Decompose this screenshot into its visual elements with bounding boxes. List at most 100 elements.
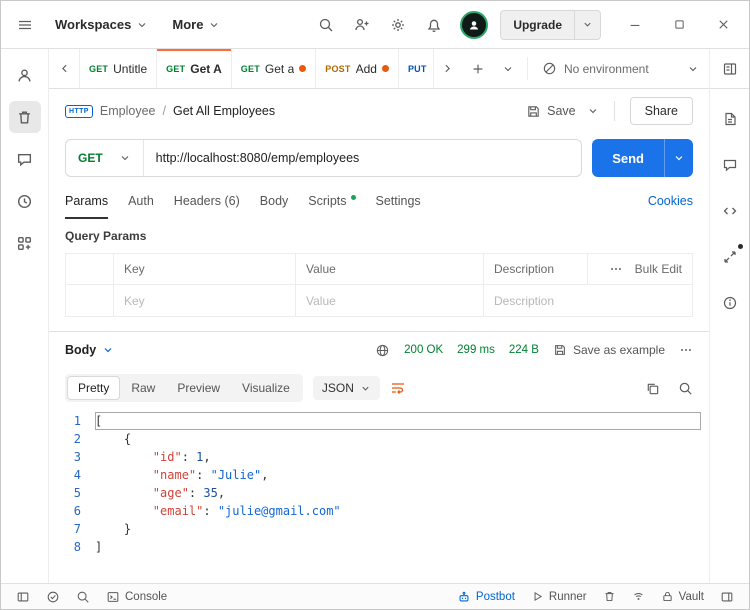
invite-button[interactable] — [348, 11, 376, 39]
trash-button[interactable] — [598, 588, 621, 605]
code-line[interactable]: 2 { — [49, 430, 701, 448]
send-button[interactable]: Send — [592, 139, 664, 177]
wrap-lines-icon[interactable] — [390, 380, 406, 396]
tabs-forward-button[interactable] — [433, 49, 463, 88]
code-line-content[interactable]: "email": "julie@gmail.com" — [95, 502, 701, 520]
postbot-button[interactable]: Postbot — [452, 588, 520, 606]
tab-pretty[interactable]: Pretty — [67, 376, 121, 400]
tab-put-request[interactable]: PUT — [397, 49, 434, 88]
tab-preview[interactable]: Preview — [166, 376, 231, 400]
share-button[interactable]: Share — [629, 97, 693, 125]
tab-settings[interactable]: Settings — [376, 183, 421, 219]
bulk-edit-button[interactable]: Bulk Edit — [635, 262, 682, 276]
tab-add-employee[interactable]: POST Add — [315, 49, 399, 88]
code-line-content[interactable]: ] — [95, 538, 701, 556]
search-button[interactable] — [312, 11, 340, 39]
user-avatar[interactable] — [460, 10, 489, 39]
console-button[interactable]: Console — [101, 588, 172, 606]
sync-status-button[interactable] — [41, 588, 65, 606]
code-line[interactable]: 5 "age": 35, — [49, 484, 701, 502]
tab-headers[interactable]: Headers (6) — [174, 183, 240, 219]
param-value-input[interactable] — [306, 293, 473, 308]
status-code[interactable]: 200 OK — [404, 344, 443, 356]
url-input[interactable] — [143, 140, 582, 176]
sidebar-item-more-apps[interactable] — [9, 227, 41, 259]
documentation-button[interactable] — [714, 103, 746, 135]
code-line[interactable]: 7 } — [49, 520, 701, 538]
format-dropdown[interactable]: JSON — [312, 376, 380, 400]
code-line-content[interactable]: "name": "Julie", — [95, 466, 701, 484]
tab-untitled-request[interactable]: GET Untitle — [79, 49, 158, 88]
main-menu-button[interactable] — [11, 11, 39, 39]
upgrade-button[interactable]: Upgrade — [501, 11, 574, 39]
sidebar-item-history[interactable] — [9, 185, 41, 217]
code-snippet-button[interactable] — [714, 195, 746, 227]
tab-get-employee[interactable]: GET Get a — [230, 49, 317, 88]
tab-params[interactable]: Params — [65, 183, 108, 219]
sidebar-item-comments[interactable] — [9, 143, 41, 175]
workspaces-menu[interactable]: Workspaces — [47, 11, 156, 38]
environment-selector[interactable]: No environment — [532, 49, 709, 88]
breadcrumb-request-name[interactable]: Get All Employees — [173, 104, 275, 118]
response-code-editor[interactable]: 1[2 {3 "id": 1, 4 "name": "Julie", 5 "age"… — [49, 408, 709, 583]
toggle-sidebar-button[interactable] — [11, 588, 35, 606]
code-line-content[interactable]: } — [95, 520, 701, 538]
code-line-content[interactable]: "id": 1, — [95, 448, 701, 466]
chevron-down-icon — [102, 344, 114, 356]
search-in-response-icon[interactable] — [678, 381, 693, 396]
notifications-button[interactable] — [420, 11, 448, 39]
code-line[interactable]: 8] — [49, 538, 701, 556]
tab-get-all-employees[interactable]: GET Get A — [156, 49, 232, 88]
response-size[interactable]: 224 B — [509, 344, 539, 356]
toggle-right-panel-button[interactable] — [715, 588, 739, 606]
find-replace-button[interactable] — [71, 588, 95, 606]
code-line-content[interactable]: [ — [95, 412, 701, 430]
response-body-dropdown[interactable]: Body — [65, 343, 114, 357]
sidebar-item-collections[interactable] — [8, 101, 41, 133]
tab-scripts[interactable]: Scripts — [308, 183, 356, 219]
tabs-back-button[interactable] — [49, 49, 79, 88]
copy-icon[interactable] — [645, 381, 660, 396]
env-quick-look-button[interactable] — [716, 55, 744, 83]
minimize-button[interactable] — [623, 13, 647, 37]
info-button[interactable] — [714, 287, 746, 319]
ellipsis-icon[interactable] — [609, 262, 623, 276]
response-time[interactable]: 299 ms — [457, 344, 495, 356]
save-options-caret[interactable] — [587, 105, 599, 117]
close-button[interactable] — [711, 13, 735, 37]
tab-auth[interactable]: Auth — [128, 183, 154, 219]
code-line-content[interactable]: { — [95, 430, 701, 448]
upgrade-caret-button[interactable] — [574, 10, 600, 39]
code-line[interactable]: 4 "name": "Julie", — [49, 466, 701, 484]
comments-button[interactable] — [714, 149, 746, 181]
globe-icon[interactable] — [375, 343, 390, 358]
param-description-input[interactable] — [494, 293, 682, 308]
runner-button[interactable]: Runner — [526, 588, 592, 605]
vault-button[interactable]: Vault — [656, 588, 709, 605]
more-menu[interactable]: More — [164, 11, 228, 38]
cookies-link[interactable]: Cookies — [648, 183, 693, 219]
sidebar-item-user[interactable] — [9, 59, 41, 91]
breadcrumb-collection[interactable]: Employee — [100, 104, 156, 118]
send-options-caret[interactable] — [664, 139, 693, 177]
response-options-ellipsis-icon[interactable] — [679, 343, 693, 357]
save-button[interactable]: Save — [526, 104, 576, 119]
save-as-example-button[interactable]: Save as example — [553, 343, 665, 357]
row-checkbox-cell[interactable] — [66, 285, 114, 316]
capture-requests-button[interactable] — [627, 588, 650, 605]
param-key-input[interactable] — [124, 293, 285, 308]
select-all-cell[interactable] — [66, 254, 114, 285]
method-dropdown[interactable]: GET — [66, 140, 144, 176]
code-line[interactable]: 1[ — [49, 412, 701, 430]
maximize-button[interactable] — [667, 13, 691, 37]
new-tab-button[interactable] — [463, 49, 493, 88]
tab-options-button[interactable] — [493, 49, 523, 88]
tab-body[interactable]: Body — [260, 183, 289, 219]
code-line[interactable]: 3 "id": 1, — [49, 448, 701, 466]
tab-visualize[interactable]: Visualize — [231, 376, 301, 400]
code-line[interactable]: 6 "email": "julie@gmail.com" — [49, 502, 701, 520]
related-requests-button[interactable] — [714, 241, 746, 273]
tab-raw[interactable]: Raw — [120, 376, 166, 400]
settings-button[interactable] — [384, 11, 412, 39]
code-line-content[interactable]: "age": 35, — [95, 484, 701, 502]
